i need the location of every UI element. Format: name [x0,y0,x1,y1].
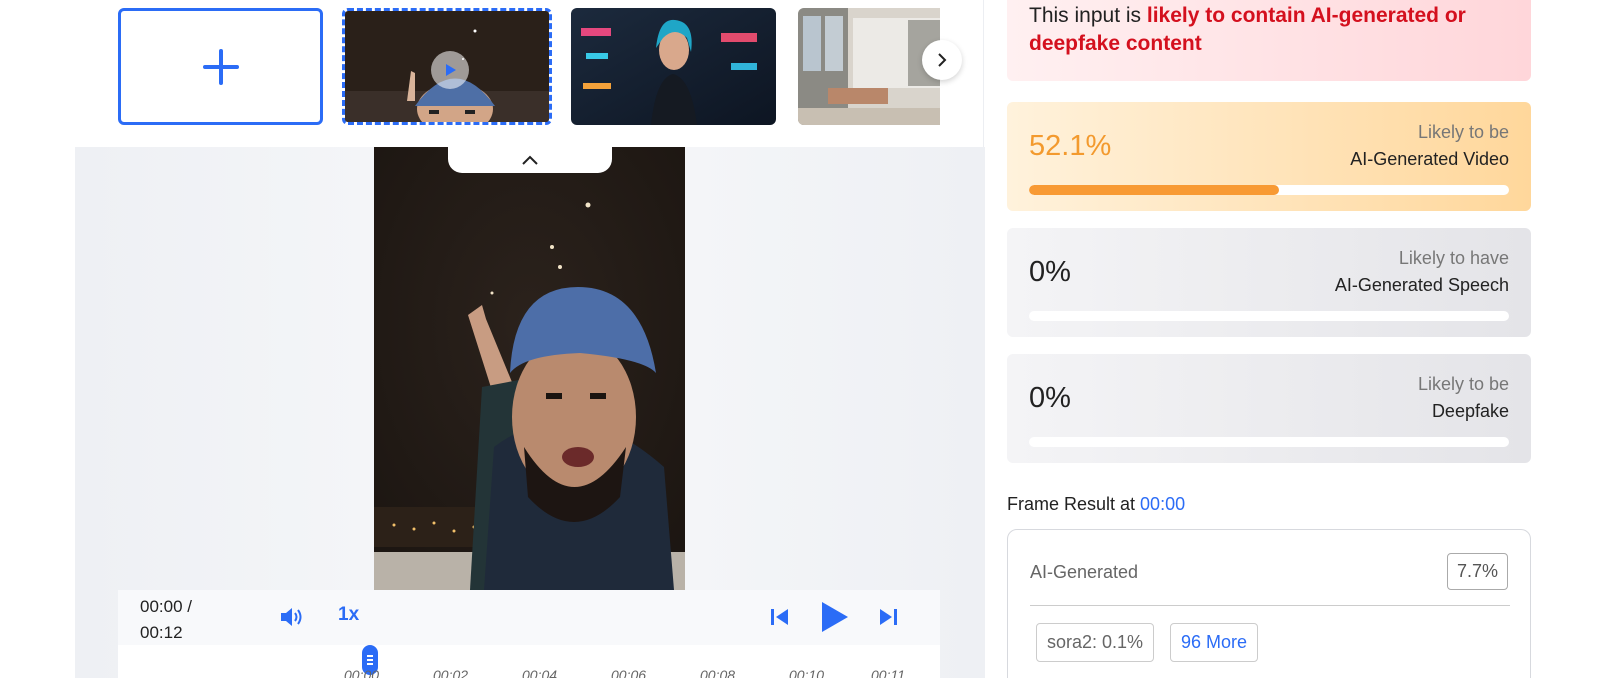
timeline-tick: 00:10 [789,667,825,678]
previous-frame-icon[interactable] [768,605,792,629]
score-percent: 52.1% [1029,130,1112,162]
thumbnail-image [798,8,940,125]
player-controls: 00:00 / 00:12 1x 00:00 00:02 00:04 00:06… [118,590,940,678]
plus-icon [202,48,239,85]
score-percent: 0% [1029,382,1071,414]
timeline-tick: 00:00 [344,667,380,678]
media-panel: 00:00 / 00:12 1x 00:00 00:02 00:04 00:06… [0,0,985,678]
timeline-tick: 00:06 [611,667,647,678]
play-icon [431,51,469,89]
next-frame-icon[interactable] [876,605,900,629]
score-label-line1: Likely to have [1398,248,1509,268]
timeline-scrubber[interactable]: 00:00 00:02 00:04 00:06 00:08 00:10 00:11 [118,645,940,678]
score-label-line1: Likely to be [1417,374,1509,394]
add-media-button[interactable] [118,8,323,125]
control-bar: 00:00 / 00:12 1x [118,590,940,645]
chevron-up-icon [522,155,538,165]
frame-result-timestamp[interactable]: 00:00 [1140,494,1185,514]
score-percent: 0% [1029,256,1071,288]
score-bar [1029,185,1509,195]
divider [1030,605,1510,606]
current-time: 00:00 / [140,597,192,616]
score-card-ai-video: 52.1% Likely to be AI-Generated Video [1007,102,1531,211]
chevron-right-icon [938,53,947,67]
score-label-line2: AI-Generated Video [1350,149,1509,169]
frame-category-value: 7.7% [1446,553,1508,590]
timeline-tick: 00:04 [522,667,558,678]
collapse-thumbnails-button[interactable] [448,147,612,173]
model-tag: sora2: 0.1% [1036,623,1155,662]
total-time: 00:12 [140,623,183,642]
video-frame [374,147,685,590]
score-bar [1029,437,1509,447]
thumbnail-video-selected[interactable] [342,8,552,125]
score-bar-fill [1029,185,1280,195]
score-label-line1: Likely to be [1417,122,1509,142]
thumbnail-image-neon-portrait[interactable] [571,8,776,125]
frame-result-title: Frame Result at 00:00 [1007,494,1185,515]
timeline-tick: 00:11 [871,667,905,678]
verdict-banner: This input is likely to contain AI-gener… [1007,0,1531,81]
score-label-line2: AI-Generated Speech [1334,275,1509,295]
play-icon[interactable] [818,600,850,634]
timeline-tick: 00:08 [700,667,736,678]
frame-result-label: Frame Result at [1007,494,1141,514]
thumbnails-next-button[interactable] [922,40,962,80]
video-player[interactable] [374,147,685,590]
playback-speed-button[interactable]: 1x [338,604,359,626]
more-models-button[interactable]: 96 More [1170,623,1259,662]
verdict-prefix: This input is [1029,4,1147,27]
score-card-deepfake: 0% Likely to be Deepfake [1007,354,1531,463]
frame-category-label: AI-Generated [1030,562,1139,582]
score-card-ai-speech: 0% Likely to have AI-Generated Speech [1007,228,1531,337]
results-panel: This input is likely to contain AI-gener… [985,0,1600,678]
time-display: 00:00 / 00:12 [140,594,230,646]
thumbnail-image-interior[interactable] [798,8,940,125]
video-stage: 00:00 / 00:12 1x 00:00 00:02 00:04 00:06… [75,147,985,678]
frame-result-box: AI-Generated 7.7% sora2: 0.1% 96 More [1007,529,1531,678]
score-bar [1029,311,1509,321]
volume-icon[interactable] [278,604,304,630]
thumbnail-image [571,8,776,125]
thumbnail-strip [118,6,940,126]
timeline-tick: 00:02 [433,667,469,678]
score-label-line2: Deepfake [1431,401,1509,421]
